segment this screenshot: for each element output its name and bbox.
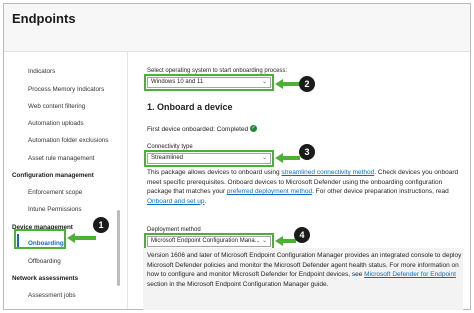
callout-badge-2: 2 <box>299 76 315 92</box>
callout-arrow-1-head <box>67 233 75 243</box>
sidebar-item-enforcement-scope[interactable]: Enforcement scope <box>28 189 148 196</box>
callout-arrow-2 <box>282 82 300 86</box>
callout-badge-3: 3 <box>299 144 315 160</box>
sidebar-item-process-memory-indicators[interactable]: Process Memory Indicators <box>28 86 148 93</box>
section-title: 1. Onboard a device <box>147 102 233 112</box>
sidebar-item-automation-uploads[interactable]: Automation uploads <box>28 120 148 127</box>
description-text-4: . <box>204 197 207 205</box>
sidebar-item-web-content-filtering[interactable]: Web content filtering <box>28 103 148 110</box>
sidebar-item-automation-folder-exclusions[interactable]: Automation folder exclusions <box>28 137 148 144</box>
callout-arrow-4-head <box>275 236 283 246</box>
page-title: Endpoints <box>12 11 76 26</box>
sidebar-header-network-assessments: Network assessments <box>12 275 79 282</box>
deployment-description: Version 1606 and later of Microsoft Endp… <box>147 251 463 289</box>
sidebar-item-indicators[interactable]: Indicators <box>28 68 148 75</box>
first-device-status: First device onboarded: Completed <box>147 126 249 133</box>
deployment-text-2: section in the Microsoft Endpoint Config… <box>147 280 329 288</box>
callout-arrow-3-head <box>275 153 283 163</box>
callout-arrow-3 <box>282 156 300 160</box>
streamlined-connectivity-link[interactable]: streamlined connectivity method <box>281 169 374 176</box>
callout-arrow-1 <box>74 236 96 240</box>
callout-badge-4: 4 <box>294 227 310 243</box>
sidebar-item-intune-permissions[interactable]: Intune Permissions <box>28 206 148 213</box>
sidebar-item-offboarding[interactable]: Offboarding <box>28 258 148 265</box>
defender-for-endpoint-link[interactable]: Microsoft Defender for Endpoint <box>364 271 456 278</box>
onboarding-highlight <box>14 229 66 249</box>
description-text-1: This package allows devices to onboard u… <box>147 169 282 176</box>
title-bar: Endpoints <box>4 4 470 52</box>
checkmark-circle-icon: ✓ <box>250 125 257 132</box>
sidebar-item-asset-rule-management[interactable]: Asset rule management <box>28 155 148 162</box>
onboard-and-setup-link[interactable]: Onboard and set up <box>147 198 204 205</box>
callout-arrow-2-head <box>275 79 283 89</box>
sidebar-item-assessment-jobs[interactable]: Assessment jobs <box>28 292 148 299</box>
os-select-highlight <box>144 74 274 91</box>
callout-badge-1: 1 <box>93 217 109 233</box>
connectivity-highlight <box>144 150 274 167</box>
preferred-deployment-link[interactable]: preferred deployment method <box>227 188 312 195</box>
sidebar-scrollbar[interactable] <box>117 210 120 286</box>
description-text-3: . For other device preparation instructi… <box>312 188 449 196</box>
sidebar: Indicators Process Memory Indicators Web… <box>4 52 128 309</box>
sidebar-header-configuration-management: Configuration management <box>12 172 94 179</box>
onboarding-description: This package allows devices to onboard u… <box>147 168 463 206</box>
callout-arrow-4 <box>282 239 296 243</box>
